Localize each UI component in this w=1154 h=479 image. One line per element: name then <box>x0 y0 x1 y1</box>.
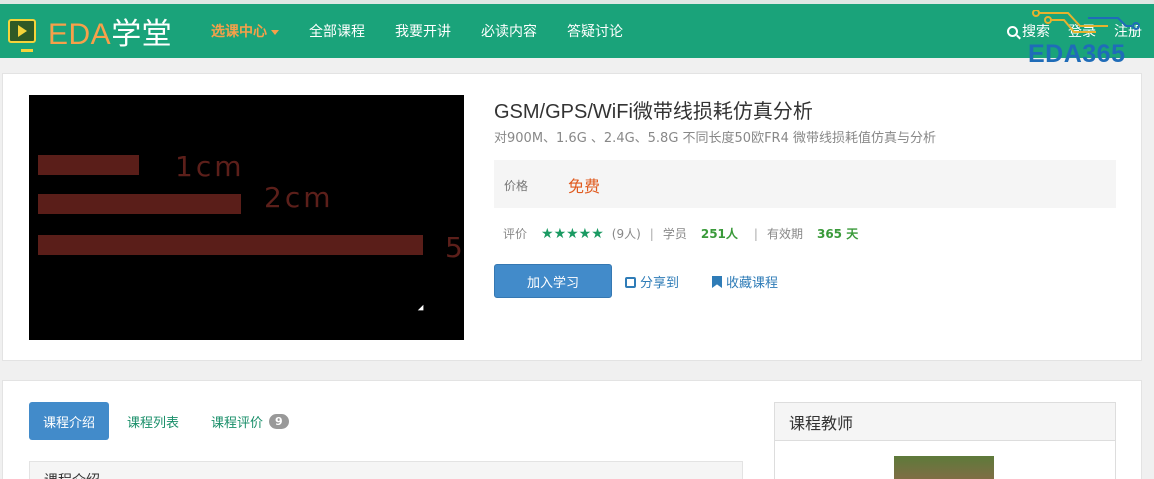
join-course-button[interactable]: 加入学习 <box>494 264 612 298</box>
teacher-avatar[interactable] <box>894 456 994 479</box>
students-value: 251人 <box>700 227 738 241</box>
video-bar-2 <box>38 194 241 214</box>
tab-intro[interactable]: 课程介绍 <box>29 402 110 440</box>
bookmark-icon <box>712 276 722 288</box>
video-label-3: 5 <box>445 231 464 264</box>
students-label: 学员 <box>662 227 687 241</box>
brand-logo[interactable]: EDA学堂 <box>8 14 172 52</box>
caret-down-icon <box>271 29 279 35</box>
video-label-1: 1cm <box>175 150 245 183</box>
course-tabs: 课程介绍 课程列表 课程评价 9 <box>29 402 307 440</box>
course-meta: 评价 ★★★★★ (9人) | 学员 251人 | 有效期 365 天 <box>503 225 859 242</box>
top-nav: EDA学堂 选课中心 全部课程 我要开讲 必读内容 答疑讨论 搜索 登录 注册 <box>0 0 1154 58</box>
course-subtitle: 对900M、1.6G 、2.4G、5.8G 不同长度50欧FR4 微带线损耗值仿… <box>494 131 936 146</box>
review-count-badge: 9 <box>269 413 289 429</box>
nav-item-all-courses[interactable]: 全部课程 <box>309 21 365 41</box>
share-icon <box>625 277 636 288</box>
share-link[interactable]: 分享到 <box>625 272 679 291</box>
course-detail-panel: 课程介绍 课程列表 课程评价9 课程介绍 课程教师 <box>2 380 1142 479</box>
video-bar-1 <box>38 155 139 175</box>
intro-title: 课程介绍 <box>44 470 100 479</box>
video-bar-3 <box>38 235 423 255</box>
intro-section: 课程介绍 <box>29 461 743 479</box>
nav-item-qa[interactable]: 答疑讨论 <box>567 21 623 41</box>
course-title: GSM/GPS/WiFi微带线损耗仿真分析 <box>494 101 813 123</box>
star-rating-icon: ★★★★★ <box>541 225 604 242</box>
search-icon <box>1007 26 1018 37</box>
rating-count[interactable]: (9人) <box>612 225 641 242</box>
brand-name: EDA学堂 <box>48 18 173 51</box>
course-video-preview[interactable]: 1cm 2cm 5 <box>29 95 464 340</box>
nav-item-course-center[interactable]: 选课中心 <box>211 21 279 41</box>
rating-label: 评价 <box>503 227 528 241</box>
tab-reviews[interactable]: 课程评价 9 <box>197 402 303 440</box>
watermark-text: EDA365 <box>1028 40 1126 68</box>
validity-value: 365 天 <box>816 227 859 241</box>
price-value: 免费 <box>568 177 601 196</box>
video-label-2: 2cm <box>264 181 334 214</box>
play-screen-icon <box>8 19 36 52</box>
price-box: 价格 免费 <box>494 160 1116 208</box>
mouse-cursor-icon <box>417 304 427 314</box>
teacher-card: 课程教师 <box>774 402 1116 479</box>
price-label: 价格 <box>504 179 529 193</box>
nav-item-teach[interactable]: 我要开讲 <box>395 21 451 41</box>
validity-label: 有效期 <box>766 227 803 241</box>
tab-lessons[interactable]: 课程列表 <box>113 402 193 440</box>
favorite-link[interactable]: 收藏课程 <box>712 272 778 291</box>
main-menu: 选课中心 全部课程 我要开讲 必读内容 答疑讨论 <box>211 4 653 58</box>
nav-item-must-read[interactable]: 必读内容 <box>481 21 537 41</box>
course-header-panel: 1cm 2cm 5 GSM/GPS/WiFi微带线损耗仿真分析 对900M、1.… <box>2 73 1142 361</box>
teacher-title: 课程教师 <box>775 403 1115 441</box>
